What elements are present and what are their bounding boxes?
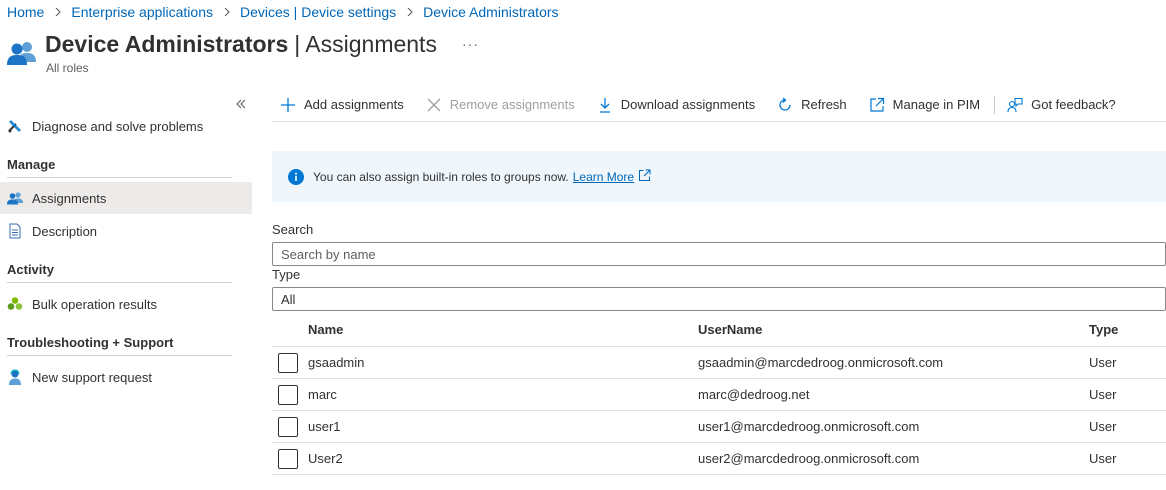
external-link-icon (869, 97, 885, 113)
command-bar: Add assignments Remove assignments Downl… (272, 88, 1166, 122)
page-title-main: Device Administrators (45, 31, 289, 57)
more-options-icon[interactable]: ··· (462, 36, 479, 52)
document-icon (7, 223, 23, 239)
sidebar-item-label: Diagnose and solve problems (32, 118, 204, 134)
column-header-username[interactable]: UserName (698, 313, 762, 346)
sidebar-item-bulk-operation-results[interactable]: Bulk operation results (0, 288, 252, 320)
sidebar-section-troubleshooting: Troubleshooting + Support (7, 334, 232, 356)
row-checkbox[interactable] (278, 352, 298, 373)
column-header-name[interactable]: Name (308, 313, 343, 346)
cell-type: User (1089, 451, 1117, 466)
download-assignments-button[interactable]: Download assignments (589, 89, 755, 121)
chevron-right-icon (223, 7, 231, 17)
row-checkbox[interactable] (278, 416, 298, 437)
refresh-icon (777, 96, 793, 113)
breadcrumb-device-administrators[interactable]: Device Administrators (423, 4, 558, 20)
cell-username: gsaadmin@marcdedroog.onmicrosoft.com (698, 355, 944, 370)
users-icon (7, 38, 37, 68)
chevron-right-icon (54, 7, 62, 17)
table-row[interactable]: User2 user2@marcdedroog.onmicrosoft.com … (272, 443, 1166, 475)
cell-type: User (1089, 387, 1117, 402)
cell-name: user1 (308, 419, 341, 434)
plus-icon (280, 97, 296, 113)
sidebar-item-label: New support request (32, 369, 152, 385)
title-separator: | (294, 31, 301, 57)
download-icon (597, 97, 613, 113)
add-assignments-label: Add assignments (304, 97, 404, 112)
manage-in-pim-button[interactable]: Manage in PIM (861, 89, 980, 121)
table-row[interactable]: marc marc@dedroog.net User (272, 379, 1166, 411)
page-title: Device Administrators | Assignments (45, 31, 437, 58)
sidebar-section-manage: Manage (7, 156, 232, 178)
sidebar-item-label: Assignments (32, 190, 107, 206)
cell-username: user2@marcdedroog.onmicrosoft.com (698, 451, 920, 466)
breadcrumb-home[interactable]: Home (7, 4, 44, 20)
breadcrumb: Home Enterprise applications Devices | D… (7, 3, 559, 21)
type-label: Type (272, 267, 301, 282)
sidebar-section-activity: Activity (7, 261, 232, 283)
download-assignments-label: Download assignments (620, 97, 756, 112)
support-person-icon (7, 369, 23, 385)
sidebar-item-description[interactable]: Description (0, 215, 252, 247)
banner-text: You can also assign built-in roles to gr… (313, 169, 569, 184)
learn-more-link[interactable]: Learn More (573, 170, 634, 184)
external-link-icon (639, 169, 651, 181)
table-row[interactable]: gsaadmin gsaadmin@marcdedroog.onmicrosof… (272, 347, 1166, 379)
breadcrumb-enterprise-applications[interactable]: Enterprise applications (71, 4, 213, 20)
got-feedback-button[interactable]: Got feedback? (999, 89, 1116, 121)
double-chevron-left-icon[interactable] (234, 97, 248, 111)
toolbar-divider (994, 95, 996, 114)
sidebar-item-assignments[interactable]: Assignments (0, 182, 252, 214)
feedback-icon (1007, 97, 1023, 113)
row-checkbox[interactable] (278, 448, 298, 469)
sidebar-item-label: Description (32, 223, 98, 239)
add-assignments-button[interactable]: Add assignments (272, 89, 404, 121)
manage-in-pim-label: Manage in PIM (892, 97, 981, 112)
search-label: Search (272, 222, 314, 237)
row-checkbox[interactable] (278, 384, 298, 405)
close-icon (426, 97, 442, 113)
cell-type: User (1089, 355, 1117, 370)
search-input[interactable] (272, 242, 1166, 266)
type-dropdown[interactable]: All (272, 287, 1166, 311)
assignments-table: Name UserName Type gsaadmin gsaadmin@mar… (272, 313, 1166, 475)
cell-username: user1@marcdedroog.onmicrosoft.com (698, 419, 920, 434)
cell-username: marc@dedroog.net (698, 387, 810, 402)
page-subtitle: All roles (46, 61, 89, 75)
breadcrumb-device-settings[interactable]: Devices | Device settings (240, 4, 396, 20)
wrench-icon (7, 118, 23, 134)
sidebar-item-diagnose[interactable]: Diagnose and solve problems (0, 110, 252, 142)
cell-name: marc (308, 387, 337, 402)
table-header: Name UserName Type (272, 313, 1166, 347)
cell-type: User (1089, 419, 1117, 434)
users-icon (7, 190, 23, 206)
refresh-label: Refresh (801, 97, 847, 112)
cell-name: User2 (308, 451, 343, 466)
sidebar-item-label: Bulk operation results (32, 296, 158, 312)
got-feedback-label: Got feedback? (1031, 97, 1116, 112)
clover-icon (7, 296, 23, 312)
remove-assignments-button[interactable]: Remove assignments (418, 89, 575, 121)
refresh-button[interactable]: Refresh (769, 89, 847, 121)
sidebar-item-new-support-request[interactable]: New support request (0, 361, 252, 393)
table-row[interactable]: user1 user1@marcdedroog.onmicrosoft.com … (272, 411, 1166, 443)
info-icon (288, 168, 304, 185)
page-title-section: Assignments (305, 31, 437, 57)
chevron-right-icon (406, 7, 414, 17)
type-dropdown-value: All (281, 291, 296, 307)
cell-name: gsaadmin (308, 355, 365, 370)
remove-assignments-label: Remove assignments (449, 97, 575, 112)
info-banner: You can also assign built-in roles to gr… (272, 151, 1166, 202)
column-header-type[interactable]: Type (1089, 313, 1118, 346)
